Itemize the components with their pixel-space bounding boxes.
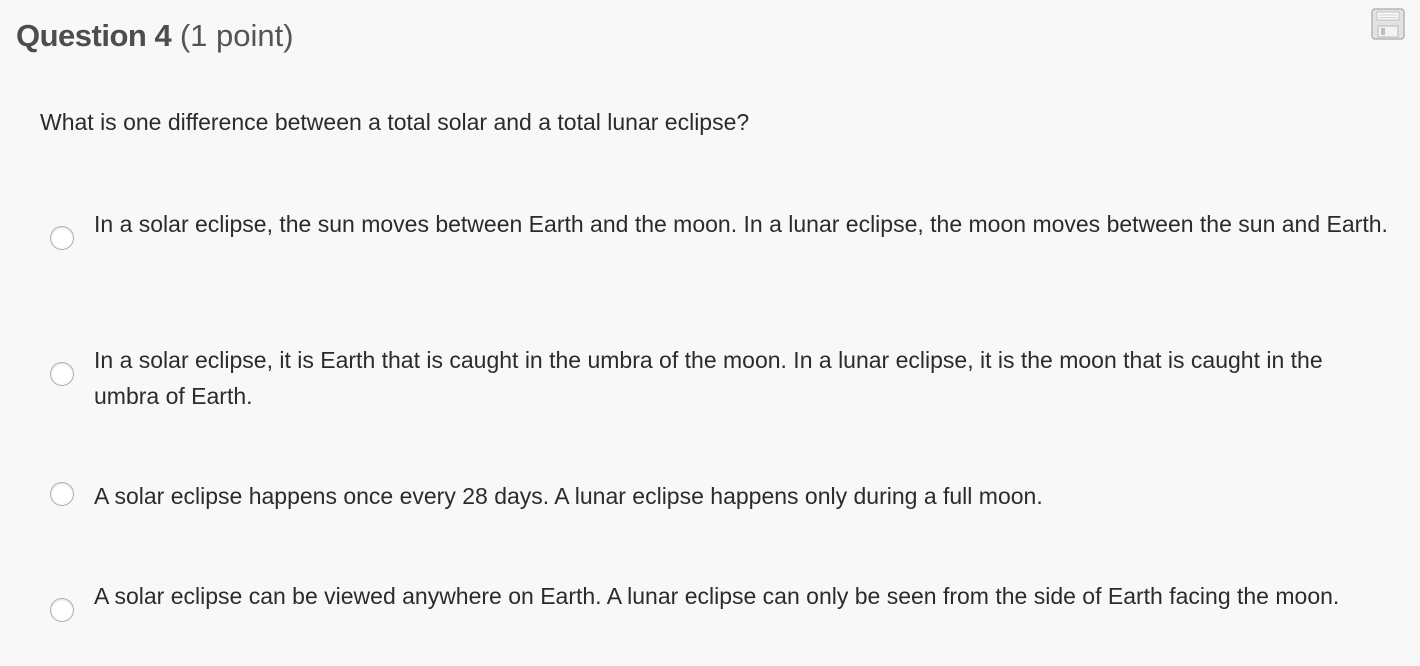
radio-button-1[interactable] [50,226,74,250]
answer-choice-2[interactable]: In a solar eclipse, it is Earth that is … [50,342,1390,422]
radio-button-3[interactable] [50,482,74,506]
save-icon[interactable] [1371,8,1405,40]
question-title: Question 4 [16,18,172,53]
answer-choice-3-label: A solar eclipse happens once every 28 da… [94,483,1043,509]
question-points: (1 point) [179,18,294,53]
answer-choice-1[interactable]: In a solar eclipse, the sun moves betwee… [50,206,1390,286]
answer-choice-4-label: A solar eclipse can be viewed anywhere o… [94,583,1340,609]
radio-button-2[interactable] [50,362,74,386]
answer-choice-2-label: In a solar eclipse, it is Earth that is … [94,347,1323,409]
answer-choice-3[interactable]: A solar eclipse happens once every 28 da… [50,478,1390,514]
radio-button-4[interactable] [50,598,74,622]
question-header: Question 4 (1 point) [16,16,294,56]
question-prompt: What is one difference between a total s… [40,109,750,135]
answer-choice-4[interactable]: A solar eclipse can be viewed anywhere o… [50,578,1390,658]
answer-choice-1-label: In a solar eclipse, the sun moves betwee… [94,211,1388,237]
